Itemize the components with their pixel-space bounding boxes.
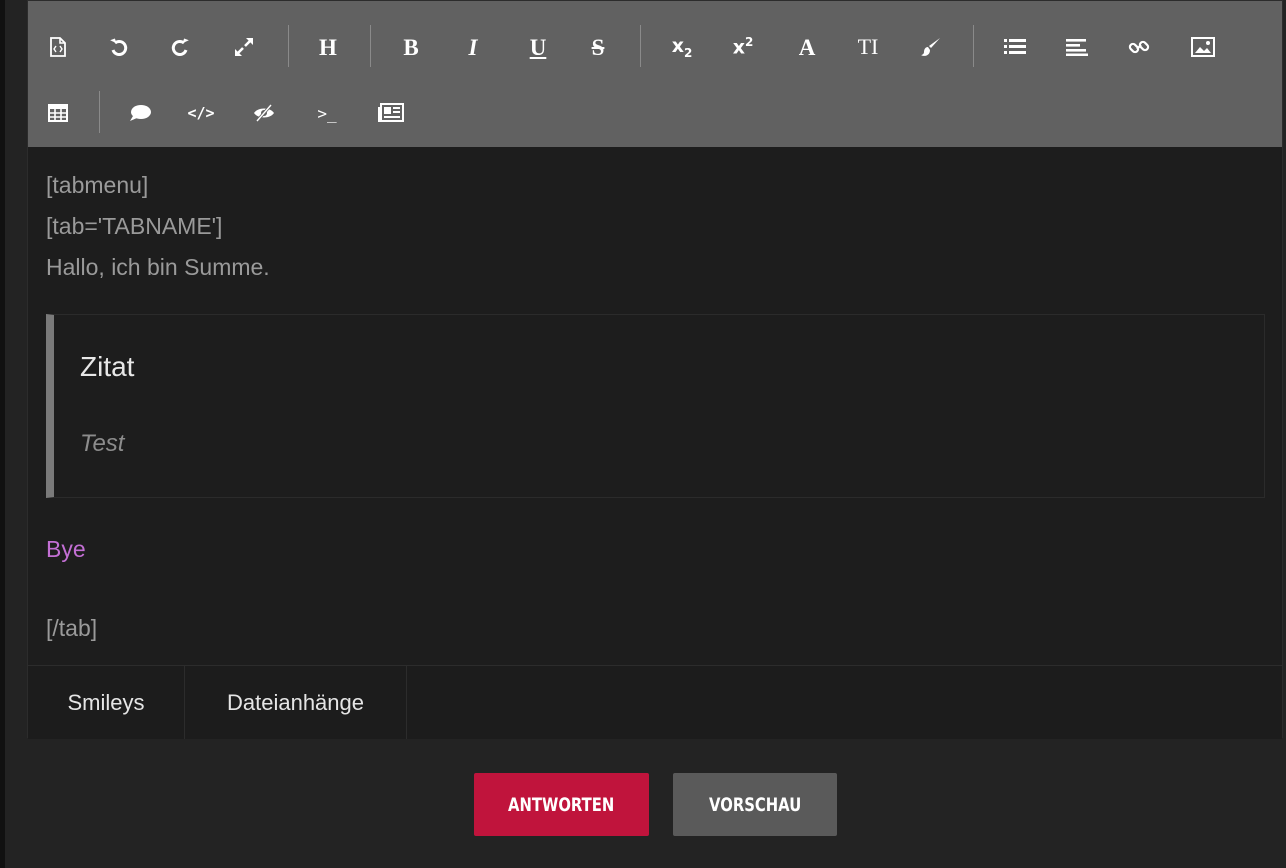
content-line-tab: [tab='TABNAME']: [46, 213, 223, 239]
underline-button[interactable]: U: [523, 33, 553, 61]
spoiler-button[interactable]: [249, 99, 279, 127]
spoiler-icon: [254, 104, 274, 122]
reply-button[interactable]: ANTWORTEN: [474, 773, 649, 836]
toolbar-separator: [973, 25, 974, 67]
subscript-icon: x2: [671, 34, 693, 60]
toolbar-separator: [370, 25, 371, 67]
link-icon: [1128, 40, 1150, 54]
bold-button[interactable]: B: [396, 33, 426, 61]
link-button[interactable]: [1124, 33, 1154, 61]
content-line-bye: Bye: [46, 536, 86, 562]
quote-body: Test: [80, 430, 125, 457]
redo-button[interactable]: [165, 33, 195, 61]
editor-toolbar: H B I U S x2 x2 A TI </> >_: [28, 1, 1282, 147]
font-size-icon: TI: [857, 34, 879, 59]
quote-button[interactable]: [125, 99, 155, 127]
toolbar-separator: [288, 25, 289, 67]
heading-icon: H: [319, 34, 337, 60]
content-line-greeting: Hallo, ich bin Summe.: [46, 254, 270, 280]
subscript-button[interactable]: x2: [667, 33, 697, 61]
toolbar-separator: [99, 91, 100, 133]
quote-bubble-icon: [130, 105, 151, 121]
content-line-tabmenu: [tabmenu]: [46, 172, 149, 198]
font-icon: A: [798, 34, 816, 60]
italic-icon: I: [468, 34, 478, 60]
toolbar-separator: [640, 25, 641, 67]
strikethrough-icon: S: [591, 34, 605, 60]
terminal-icon: >_: [317, 103, 337, 123]
source-code-icon: [50, 37, 66, 57]
brush-icon: [921, 38, 940, 56]
redo-icon: [171, 38, 189, 56]
heading-button[interactable]: H: [313, 33, 343, 61]
left-edge: [0, 0, 5, 868]
align-button[interactable]: [1062, 33, 1092, 61]
superscript-button[interactable]: x2: [728, 33, 758, 61]
align-icon: [1066, 39, 1088, 56]
image-icon: [1191, 37, 1215, 57]
bold-icon: B: [403, 34, 419, 60]
code-button[interactable]: </>: [186, 99, 216, 127]
undo-icon: [110, 38, 128, 56]
color-brush-button[interactable]: [916, 33, 946, 61]
toolbar-row-2: </> >_: [28, 85, 1282, 141]
fullscreen-icon: [235, 38, 253, 56]
tab-attachments[interactable]: Dateianhänge: [185, 666, 407, 739]
image-button[interactable]: [1188, 33, 1218, 61]
font-button[interactable]: A: [792, 33, 822, 61]
media-button[interactable]: [376, 99, 406, 127]
content-line-closing-tab: [/tab]: [46, 615, 98, 641]
code-icon: </>: [187, 104, 215, 122]
preview-button[interactable]: VORSCHAU: [673, 773, 837, 836]
toolbar-row-1: H B I U S x2 x2 A TI: [28, 19, 1282, 75]
media-icon: [378, 103, 404, 122]
list-icon: [1004, 39, 1026, 54]
blockquote: Zitat Test: [46, 314, 1265, 498]
font-size-button[interactable]: TI: [853, 33, 883, 61]
editor-content-area[interactable]: [tabmenu] [tab='TABNAME'] Hallo, ich bin…: [46, 147, 1268, 665]
list-button[interactable]: [1000, 33, 1030, 61]
undo-button[interactable]: [104, 33, 134, 61]
underline-icon: U: [529, 34, 547, 60]
quote-title: Zitat: [80, 351, 135, 382]
italic-button[interactable]: I: [458, 33, 488, 61]
tab-smileys[interactable]: Smileys: [28, 666, 185, 739]
superscript-icon: x2: [732, 35, 754, 59]
fullscreen-button[interactable]: [229, 33, 259, 61]
table-icon: [48, 104, 68, 122]
page-frame: H B I U S x2 x2 A TI </> >_ [tabmenu] [t…: [0, 0, 1286, 868]
terminal-button[interactable]: >_: [312, 99, 342, 127]
editor-tabbar: Smileys Dateianhänge: [28, 665, 1282, 739]
strikethrough-button[interactable]: S: [583, 33, 613, 61]
source-code-button[interactable]: [43, 33, 73, 61]
wysiwyg-editor: H B I U S x2 x2 A TI </> >_ [tabmenu] [t…: [27, 0, 1283, 739]
table-button[interactable]: [43, 99, 73, 127]
